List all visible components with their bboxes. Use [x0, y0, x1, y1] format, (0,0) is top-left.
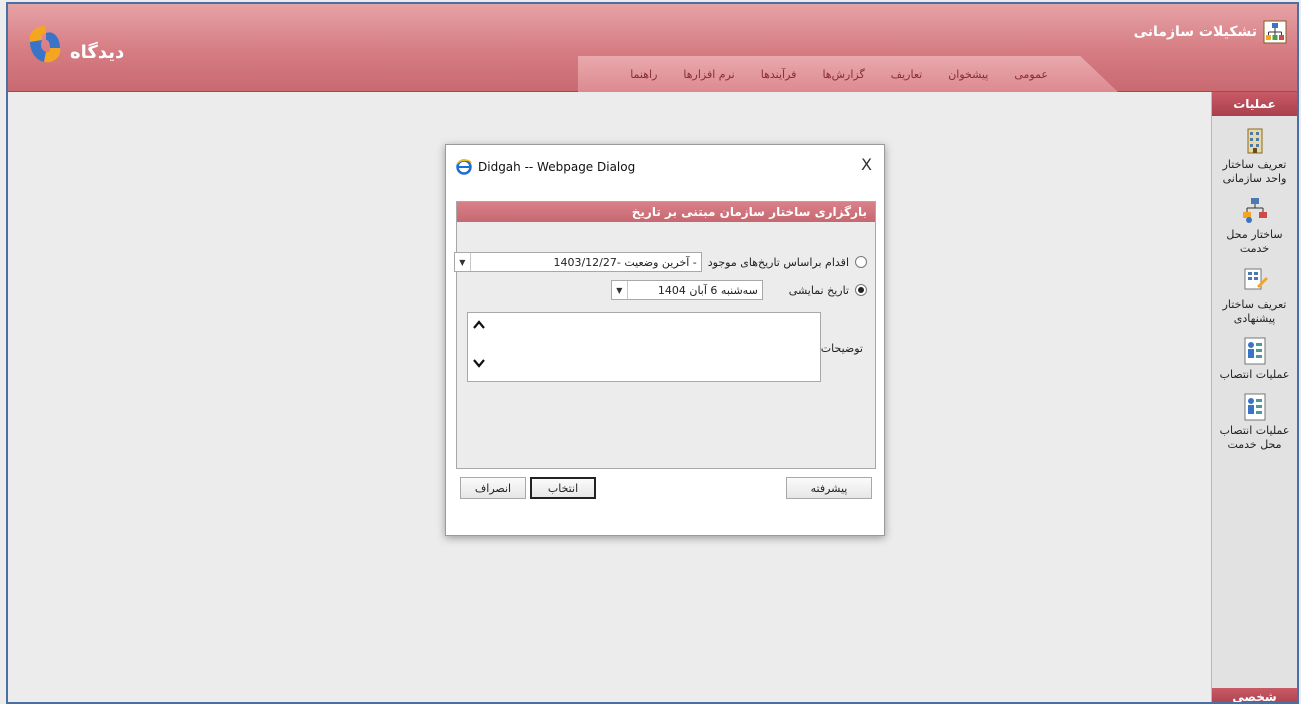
option-display-radio[interactable] [855, 284, 867, 296]
sidebar-item-label: عملیات انتصاب محل خدمت [1219, 424, 1290, 451]
assignment-icon [1244, 337, 1265, 365]
nav-item-help[interactable]: راهنما [630, 68, 657, 81]
sidebar-item-label: ساختار محل خدمت [1226, 228, 1283, 255]
nav-item-dashboard[interactable]: پیشخوان [948, 68, 988, 81]
nav-item-reports[interactable]: گزارش‌ها [822, 68, 864, 81]
logo: دیدگاه [18, 18, 168, 76]
app-frame: دیدگاه عمومی پیشخوان تعاریف گزارش‌ها فرآ… [6, 2, 1299, 704]
chevron-up-icon[interactable] [473, 319, 485, 331]
existing-dates-value: 1403/12/27- آخرین وضعیت - [553, 255, 697, 269]
header: دیدگاه عمومی پیشخوان تعاریف گزارش‌ها فرآ… [8, 4, 1297, 92]
sidebar-item-service-structure[interactable]: ساختار محل خدمت [1212, 196, 1297, 256]
main-navbar: عمومی پیشخوان تعاریف گزارش‌ها فرآیندها ن… [578, 56, 1118, 92]
ie-icon [456, 159, 472, 175]
sidebar-footer-personal[interactable]: شخصی [1212, 688, 1297, 702]
close-icon[interactable]: X [861, 157, 872, 173]
option-existing-radio[interactable] [855, 256, 867, 268]
chevron-down-icon[interactable]: ▼ [455, 253, 471, 271]
service-assignment-icon [1244, 393, 1265, 421]
nav-item-processes[interactable]: فرآیندها [761, 68, 797, 81]
dialog-title: Didgah -- Webpage Dialog [478, 160, 636, 174]
option-existing-row: ▼ 1403/12/27- آخرین وضعیت - اقدام براساس… [453, 252, 867, 272]
logo-text: دیدگاه [70, 42, 125, 63]
org-chart-icon [1242, 198, 1267, 223]
sidebar-item-label: تعریف ساختار پیشنهادی [1222, 298, 1287, 325]
display-date-select[interactable]: ▼ سه‌شنبه 6 آبان 1404 [610, 280, 763, 300]
description-label: توضیحات [820, 342, 863, 355]
display-date-value: سه‌شنبه 6 آبان 1404 [657, 283, 758, 297]
sidebar-header: عملیات [1212, 92, 1297, 116]
nav-item-software[interactable]: نرم افزارها [683, 68, 734, 81]
select-button[interactable]: انتخاب [530, 477, 596, 499]
sidebar-item-label: عملیات انتصاب [1219, 368, 1290, 381]
sidebar-item-define-unit-structure[interactable]: تعریف ساختار واحد سازمانی [1212, 126, 1297, 186]
dialog-titlebar: Didgah -- Webpage Dialog [446, 145, 884, 189]
nav-item-definitions[interactable]: تعاریف [891, 68, 922, 81]
dialog-body: بارگزاری ساختار سازمان مبتنی بر تاریخ ▼ … [453, 201, 876, 469]
logo-mark-icon [29, 26, 61, 63]
sidebar-item-assignment[interactable]: عملیات انتصاب [1212, 336, 1297, 382]
option-display-label: تاریخ نمایشی [788, 283, 849, 297]
textarea-scroll [472, 319, 486, 369]
app-title: تشکیلات سازمانی [1134, 18, 1287, 46]
section-header: بارگزاری ساختار سازمان مبتنی بر تاریخ [457, 202, 875, 222]
nav-item-general[interactable]: عمومی [1014, 68, 1048, 81]
structure-edit-icon [1244, 268, 1268, 290]
operations-sidebar: عملیات تعریف ساختار واحد سازمانی ساختار … [1211, 92, 1297, 702]
advanced-button[interactable]: پیشرفته [786, 477, 872, 499]
existing-dates-select[interactable]: ▼ 1403/12/27- آخرین وضعیت - [453, 252, 702, 272]
sidebar-item-label: تعریف ساختار واحد سازمانی [1222, 158, 1287, 185]
sidebar-item-service-assignment[interactable]: عملیات انتصاب محل خدمت [1212, 392, 1297, 452]
building-icon [1247, 128, 1262, 154]
webpage-dialog: Didgah -- Webpage Dialog X بارگزاری ساخت… [445, 144, 885, 536]
description-textarea[interactable] [467, 312, 821, 382]
chevron-down-icon[interactable] [473, 357, 485, 369]
app-title-text: تشکیلات سازمانی [1133, 24, 1257, 40]
chevron-down-icon[interactable]: ▼ [612, 281, 628, 299]
cancel-button[interactable]: انصراف [460, 477, 526, 499]
org-structure-icon [1263, 20, 1287, 44]
sidebar-item-define-proposed-structure[interactable]: تعریف ساختار پیشنهادی [1212, 266, 1297, 326]
option-display-row: ▼ سه‌شنبه 6 آبان 1404 تاریخ نمایشی [610, 280, 867, 300]
option-existing-label: اقدام براساس تاریخ‌های موجود [707, 255, 849, 269]
